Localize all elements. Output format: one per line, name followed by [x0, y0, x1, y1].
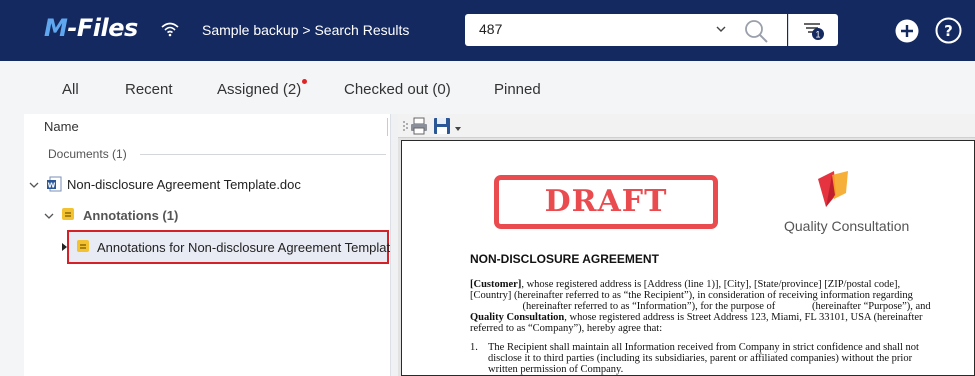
preview-toolbar	[398, 114, 975, 138]
list-item-annotations-group[interactable]: Annotations (1)	[83, 208, 178, 223]
line-text: , whose registered address is [Address (…	[521, 279, 901, 290]
tab-assigned[interactable]: Assigned (2)	[217, 81, 301, 98]
search-filter-button[interactable]: 1	[788, 14, 838, 46]
line-text: [Country] (hereinafter referred to as “t…	[470, 290, 913, 301]
line-text: , whose registered address is Street Add…	[564, 312, 923, 323]
svg-text:W: W	[48, 182, 56, 190]
filter-count-badge: 1	[815, 30, 820, 40]
company-name: Quality Consultation	[784, 218, 910, 234]
paragraph-line: [Country] (hereinafter referred to as “t…	[470, 290, 913, 301]
search-icon[interactable]	[743, 18, 769, 44]
tab-checked-out[interactable]: Checked out (0)	[344, 81, 451, 98]
tab-all[interactable]: All	[62, 81, 79, 98]
draft-stamp-text: DRAFT	[544, 184, 668, 219]
tab-recent[interactable]: Recent	[125, 81, 173, 98]
group-divider	[140, 154, 386, 155]
line-text: referred to as “Company”), hereby agree …	[470, 323, 663, 334]
expand-arrow-icon[interactable]	[59, 242, 69, 252]
chevron-down-icon[interactable]	[29, 180, 39, 190]
annotation-icon	[77, 240, 89, 252]
list-item-annotation[interactable]: Annotations for Non-disclosure Agreement…	[97, 240, 401, 255]
toolbar-grip-icon	[403, 121, 408, 131]
company-logo	[818, 171, 848, 207]
list-number: 1.	[470, 342, 478, 353]
svg-text:?: ?	[944, 22, 953, 40]
top-bar: M-Files Sample backup > Search Results 1…	[0, 0, 975, 61]
dropdown-arrow-icon[interactable]	[455, 127, 461, 131]
line-text: (hereinafter referred to as “Information…	[470, 301, 931, 312]
filter-icon: 1	[804, 23, 824, 40]
breadcrumb[interactable]: Sample backup > Search Results	[202, 22, 409, 38]
connection-icon	[161, 22, 179, 37]
group-header-documents[interactable]: Documents (1)	[48, 147, 127, 161]
paragraph-line: (hereinafter referred to as “Information…	[470, 301, 931, 312]
bold-text: Quality Consultation	[470, 312, 565, 323]
list-item-document[interactable]: Non-disclosure Agreement Template.doc	[67, 177, 301, 192]
annotation-icon	[62, 208, 74, 220]
bold-text: [Customer]	[470, 279, 522, 290]
help-icon[interactable]: ?	[935, 17, 962, 44]
document-title: NON-DISCLOSURE AGREEMENT	[470, 252, 659, 266]
add-icon[interactable]	[895, 19, 919, 43]
column-header-name[interactable]: Name	[44, 119, 79, 134]
paragraph-line: [Customer], whose registered address is …	[470, 279, 900, 290]
list-item-line: written permission of Company.	[488, 364, 624, 375]
logo-rest: -Files	[67, 14, 138, 42]
left-gutter	[0, 114, 24, 376]
column-resizer[interactable]	[387, 118, 388, 136]
print-icon[interactable]	[410, 117, 428, 135]
tab-pinned[interactable]: Pinned	[494, 81, 541, 98]
pane-splitter[interactable]	[390, 114, 398, 376]
m-files-logo[interactable]: M-Files	[44, 14, 138, 42]
document-page: DRAFT Quality Consultation NON-DISCLOSUR…	[401, 140, 975, 376]
chevron-down-icon[interactable]	[715, 23, 727, 35]
save-icon[interactable]	[433, 117, 451, 135]
paragraph-line: Quality Consultation, whose registered a…	[470, 312, 923, 323]
search-input[interactable]	[479, 21, 699, 37]
notification-dot	[302, 79, 307, 84]
draft-stamp: DRAFT	[494, 175, 718, 229]
word-document-icon: W	[47, 176, 62, 192]
chevron-down-icon[interactable]	[44, 211, 54, 221]
paragraph-line: referred to as “Company”), hereby agree …	[470, 323, 662, 334]
view-tabs: All Recent Assigned (2) Checked out (0) …	[0, 61, 975, 114]
list-item-line: disclose it to third parties (including …	[488, 353, 913, 364]
list-item-line: The Recipient shall maintain all Informa…	[488, 342, 919, 353]
search-box[interactable]	[465, 14, 787, 46]
